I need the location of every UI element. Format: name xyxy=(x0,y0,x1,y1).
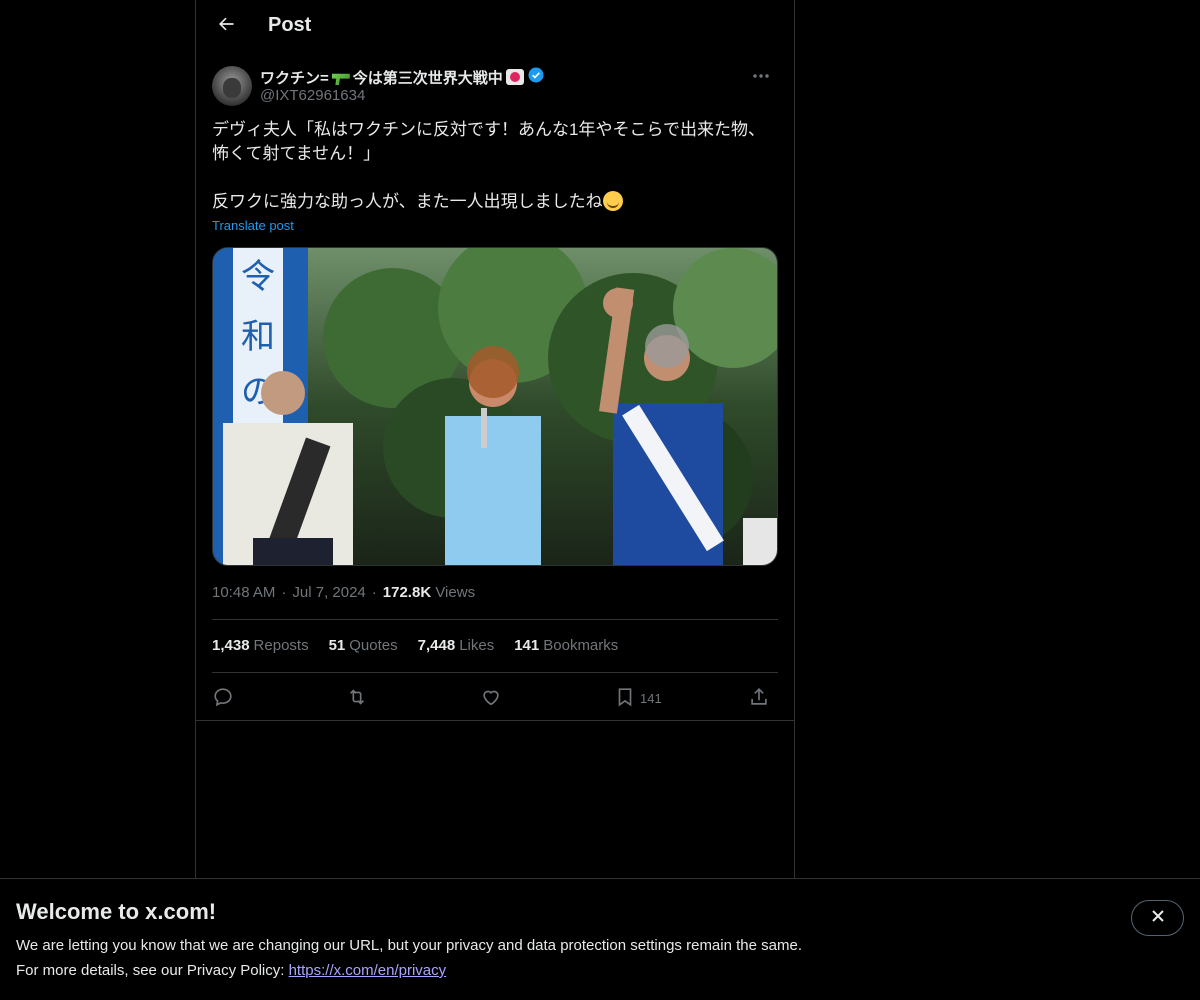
verified-badge-icon xyxy=(527,66,545,88)
views-label: Views xyxy=(435,584,476,601)
engagement-stats: 1,438 Reposts 51 Quotes 7,448 Likes 141 Book… xyxy=(212,637,618,654)
translate-post-link[interactable]: Translate post xyxy=(212,218,294,233)
welcome-banner: Welcome to x.com! We are letting you kno… xyxy=(0,878,1200,1000)
svg-text:和: 和 xyxy=(241,317,275,357)
avatar[interactable] xyxy=(212,66,252,106)
quotes-count: 51 xyxy=(328,637,346,654)
bookmark-icon xyxy=(614,686,636,711)
banner-privacy-prefix: For more details, see our Privacy Policy… xyxy=(16,962,289,979)
share-button[interactable] xyxy=(748,684,770,712)
post-text-line-3-wrapper: 反ワクに強力な助っ人が、また一人出現しましたね xyxy=(212,190,778,214)
bookmark-count: 141 xyxy=(640,690,662,706)
more-horizontal-icon xyxy=(752,66,770,84)
repost-icon xyxy=(346,686,368,711)
action-bar: 141 xyxy=(212,684,778,712)
bookmark-button[interactable]: 141 xyxy=(614,684,662,712)
author-display-name[interactable]: ワクチン= 今は第三次世界大戦中 xyxy=(260,66,545,88)
banner-title: Welcome to x.com! xyxy=(16,899,217,924)
reply-icon xyxy=(212,686,234,711)
likes-count: 7,448 xyxy=(417,637,456,654)
heart-icon xyxy=(480,686,502,711)
close-icon xyxy=(1150,908,1166,929)
banner-message: We are letting you know that we are chan… xyxy=(16,937,802,954)
share-icon xyxy=(748,686,770,711)
arrow-left-icon xyxy=(216,14,236,39)
page-title: Post xyxy=(268,14,312,36)
banner-privacy-line: For more details, see our Privacy Policy… xyxy=(16,962,446,979)
pistol-emoji-icon xyxy=(331,73,350,85)
privacy-policy-link[interactable]: https://x.com/en/privacy xyxy=(289,962,447,979)
post-text: デヴィ夫人「私はワクチンに反対です！あんな1年やそこらで出来た物、 怖くて射てま… xyxy=(212,118,778,214)
likes-label: Likes xyxy=(459,637,495,654)
divider xyxy=(212,619,778,620)
post-column: Post ワクチン= 今は第三次世界大戦中 @IXT62961634 デヴィ夫人… xyxy=(195,0,795,880)
banner-char: 令 xyxy=(241,257,275,297)
post-author: ワクチン= 今は第三次世界大戦中 @IXT62961634 xyxy=(212,64,778,108)
bookmarks-count: 141 xyxy=(514,637,540,654)
reposts-stat[interactable]: 1,438 Reposts xyxy=(212,637,309,654)
quotes-stat[interactable]: 51 Quotes xyxy=(329,637,398,654)
author-handle[interactable]: @IXT62961634 xyxy=(260,87,365,104)
post-image[interactable]: 令 和 の xyxy=(212,247,778,566)
smiling-emoji-icon xyxy=(602,191,623,211)
bookmarks-stat[interactable]: 141 Bookmarks xyxy=(514,637,618,654)
likes-stat[interactable]: 7,448 Likes xyxy=(418,637,495,654)
repost-button[interactable] xyxy=(346,684,368,712)
quotes-label: Quotes xyxy=(349,637,398,654)
more-button[interactable] xyxy=(744,64,778,86)
post-text-line-2: 怖くて射てません！」 xyxy=(212,144,381,163)
views-count: 172.8K xyxy=(382,584,432,601)
display-name-part-b: 今は第三次世界大戦中 xyxy=(352,69,503,87)
back-button[interactable] xyxy=(208,8,244,44)
like-button[interactable] xyxy=(480,684,502,712)
post-text-line-3: 反ワクに強力な助っ人が、また一人出現しましたね xyxy=(212,192,603,211)
bookmarks-label: Bookmarks xyxy=(543,637,619,654)
reply-button[interactable] xyxy=(212,684,234,712)
post-time[interactable]: 10:48 AM xyxy=(212,584,275,601)
reposts-count: 1,438 xyxy=(212,637,250,654)
post-meta: 10:48 AM · Jul 7, 2024 · 172.8K Views xyxy=(212,584,476,601)
post-text-line-1: デヴィ夫人「私はワクチンに反対です！あんな1年やそこらで出来た物、 xyxy=(212,120,765,139)
display-name-part-a: ワクチン= xyxy=(260,69,329,87)
divider xyxy=(196,720,794,721)
close-banner-button[interactable] xyxy=(1131,900,1184,936)
divider xyxy=(212,672,778,673)
post-date[interactable]: Jul 7, 2024 xyxy=(292,584,365,601)
siren-emoji-icon xyxy=(505,69,524,85)
reposts-label: Reposts xyxy=(253,637,309,654)
post-header: Post xyxy=(196,0,794,54)
